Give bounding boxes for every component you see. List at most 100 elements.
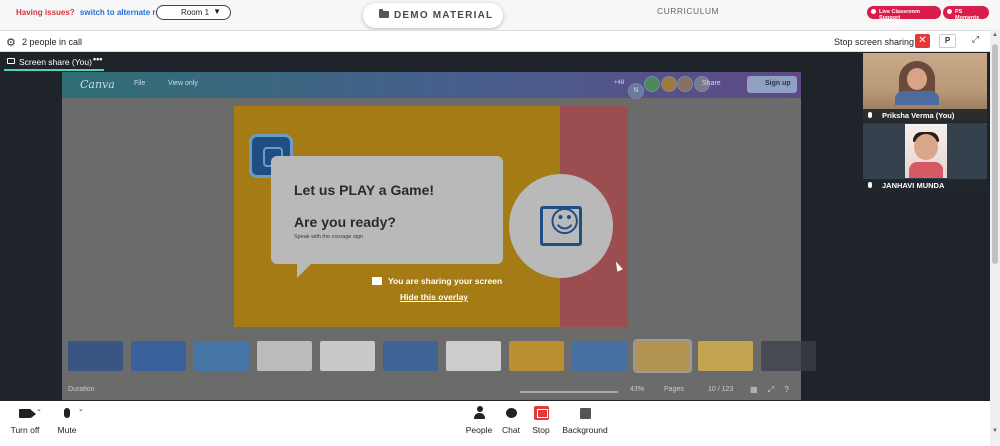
participant-face bbox=[907, 68, 927, 90]
avatar: N bbox=[628, 83, 644, 99]
participants-panel: Priksha Verma (You) JANHAVI MUNDA bbox=[862, 52, 988, 401]
chat-icon bbox=[500, 406, 522, 421]
top-bar: Having issues? switch to alternate room … bbox=[0, 0, 1000, 30]
avatar bbox=[660, 76, 677, 92]
avatar bbox=[677, 76, 694, 92]
mute-label: Mute bbox=[57, 425, 77, 435]
scroll-down-icon[interactable]: ▼ bbox=[992, 428, 998, 434]
participant-name: JANHAVI MUNDA bbox=[882, 181, 945, 190]
curriculum-tab[interactable]: CURRICULUM bbox=[657, 6, 719, 16]
sharing-overlay-text: You are sharing your screen bbox=[388, 276, 503, 286]
ps-moments-button[interactable]: PS Moments bbox=[943, 6, 989, 21]
canva-bottom-bar: Duration 43% Pages 10 / 123 ▦ ⤢ ? bbox=[62, 380, 801, 400]
stop-share-button[interactable]: Stop bbox=[530, 406, 552, 435]
slide-thumbnail bbox=[446, 341, 501, 371]
page-scrollbar[interactable]: ▲ ▼ bbox=[990, 30, 1000, 440]
slide-thumbnail bbox=[194, 341, 249, 371]
mic-options-chevron-icon[interactable]: ⌄ bbox=[78, 405, 84, 413]
slide-thumbnail bbox=[68, 341, 123, 371]
slide-thumbnails bbox=[68, 339, 816, 375]
canva-share: Share bbox=[702, 80, 721, 87]
slide-thumbnail bbox=[572, 341, 627, 371]
people-label: People bbox=[465, 425, 493, 435]
participant-name-bar: JANHAVI MUNDA bbox=[863, 179, 987, 192]
chat-label: Chat bbox=[502, 425, 520, 435]
stop-label: Stop bbox=[532, 425, 550, 435]
slide-subtitle: Are you ready? bbox=[294, 214, 396, 230]
slide-thumbnail bbox=[320, 341, 375, 371]
slide-thumbnail bbox=[761, 341, 816, 371]
speech-bubble-tail bbox=[297, 262, 313, 278]
microphone-icon bbox=[868, 182, 872, 188]
mute-button[interactable]: Mute bbox=[56, 406, 78, 435]
participant-body bbox=[895, 91, 939, 105]
close-icon[interactable]: ✕ bbox=[915, 34, 930, 48]
stop-screen-sharing-label[interactable]: Stop screen sharing bbox=[834, 37, 914, 47]
participant-video bbox=[905, 124, 947, 178]
slide-thumbnail bbox=[383, 341, 438, 371]
monitor-icon bbox=[7, 58, 15, 64]
canva-logo: Canva bbox=[80, 78, 115, 91]
participant-face bbox=[914, 134, 938, 160]
more-options-icon[interactable]: ••• bbox=[93, 54, 102, 64]
microphone-icon bbox=[868, 112, 872, 118]
people-icon bbox=[465, 406, 493, 421]
microphone-icon bbox=[56, 406, 78, 421]
room-select[interactable]: Room 1 ▼ bbox=[156, 5, 231, 20]
participant-video bbox=[895, 61, 939, 105]
slide-small-text: Speak with the courage sign bbox=[294, 234, 364, 240]
tab-underline bbox=[4, 69, 104, 71]
demo-material-label: DEMO MATERIAL bbox=[394, 10, 494, 21]
face-scan-circle bbox=[509, 174, 613, 278]
sharing-overlay-message: You are sharing your screen bbox=[372, 276, 502, 286]
pin-button[interactable]: P bbox=[939, 34, 956, 48]
expand-icon[interactable]: ⤢ bbox=[968, 34, 983, 48]
background-label: Background bbox=[562, 425, 608, 435]
call-bar: ⚙ 2 people in call Stop screen sharing ✕… bbox=[0, 30, 990, 52]
canva-file-menu: File bbox=[134, 80, 146, 87]
hide-overlay-link[interactable]: Hide this overlay bbox=[400, 292, 468, 302]
zoom-level: 43% bbox=[630, 386, 645, 393]
duration-label: Duration bbox=[68, 386, 95, 393]
speech-bubble: Let us PLAY a Game! Are you ready? Speak… bbox=[271, 156, 503, 264]
issues-notice: Having issues? switch to alternate room bbox=[16, 8, 172, 17]
screen-share-tab[interactable]: Screen share (You) ••• bbox=[0, 52, 862, 72]
turn-off-label: Turn off bbox=[10, 425, 40, 435]
background-icon bbox=[561, 406, 609, 421]
slide-thumbnail bbox=[257, 341, 312, 371]
caret-down-icon: ▼ bbox=[213, 7, 221, 16]
scroll-up-icon[interactable]: ▲ bbox=[992, 32, 998, 38]
issues-text: Having issues? bbox=[16, 8, 75, 17]
background-button[interactable]: Background bbox=[561, 406, 609, 435]
canva-sign-up: Sign up bbox=[747, 76, 797, 93]
smiley-icon bbox=[540, 205, 582, 246]
slide-thumbnail bbox=[633, 339, 692, 373]
participant-tile[interactable]: JANHAVI MUNDA bbox=[863, 123, 987, 192]
controls-bar: Turn off ⌄ Mute ⌄ People Chat Stop Backg… bbox=[0, 401, 990, 446]
page-count: 10 / 123 bbox=[708, 386, 734, 393]
chat-button[interactable]: Chat bbox=[500, 406, 522, 435]
people-button[interactable]: People bbox=[465, 406, 493, 435]
avatar bbox=[644, 76, 661, 92]
stage: Screen share (You) ••• Canva File View o… bbox=[0, 52, 990, 401]
camera-options-chevron-icon[interactable]: ⌄ bbox=[36, 405, 42, 413]
scrollbar-thumb[interactable] bbox=[992, 44, 998, 264]
participant-name-bar: Priksha Verma (You) bbox=[863, 109, 987, 122]
zoom-slider bbox=[520, 391, 618, 393]
folder-icon bbox=[379, 9, 389, 18]
participant-tile[interactable]: Priksha Verma (You) bbox=[863, 53, 987, 122]
gear-icon[interactable]: ⚙ bbox=[6, 36, 16, 49]
demo-material-button[interactable]: DEMO MATERIAL bbox=[363, 3, 503, 28]
share-screen-icon bbox=[372, 277, 382, 285]
pages-label: Pages bbox=[664, 386, 684, 393]
canva-view-only: View only bbox=[168, 80, 198, 87]
canva-view-icons: ▦ ⤢ ? bbox=[750, 385, 793, 394]
slide-title: Let us PLAY a Game! bbox=[294, 182, 435, 198]
canva-avatars: N bbox=[628, 76, 710, 99]
room-select-value: Room 1 bbox=[181, 8, 210, 17]
participant-body bbox=[909, 162, 943, 178]
screen-share-tab-label: Screen share (You) bbox=[19, 57, 92, 67]
people-in-call: 2 people in call bbox=[22, 37, 83, 47]
slide-thumbnail bbox=[509, 341, 564, 371]
live-classroom-support-button[interactable]: Live Classroom Support bbox=[867, 6, 941, 21]
